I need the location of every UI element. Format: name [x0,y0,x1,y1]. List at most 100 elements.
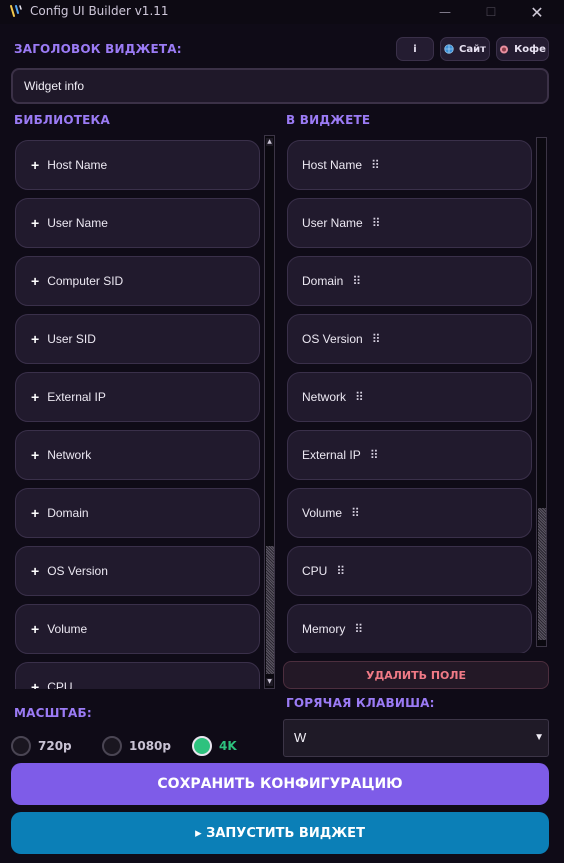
drag-handle-icon[interactable]: ⠿ [372,216,381,230]
library-item[interactable]: + Volume [15,604,260,654]
minimize-button[interactable]: — [422,0,468,24]
widget-field-label: OS Version [302,332,363,346]
scale-option-720p[interactable]: 720p [11,736,72,756]
scroll-down-icon[interactable]: ▼ [266,678,273,686]
library-item[interactable]: + Domain [15,488,260,538]
widget-field-label: Network [302,390,347,404]
widget-field-item[interactable]: User Name ⠿ [287,198,532,248]
library-item[interactable]: + CPU [15,662,260,689]
library-scroll-thumb[interactable] [266,546,274,674]
widget-field-item[interactable]: CPU ⠿ [287,546,532,596]
launch-widget-button[interactable]: ▸ ЗАПУСТИТЬ ВИДЖЕТ [11,812,549,854]
scale-label: МАСШТАБ: [14,706,92,720]
radio-button-selected[interactable] [192,736,212,756]
coffee-button-label: Кофе [514,43,546,55]
drag-handle-icon[interactable]: ⠿ [370,448,379,462]
hotkey-select[interactable]: W ▼ [283,719,549,757]
window-title: Config UI Builder v1.11 [30,4,169,18]
widget-field-label: Memory [302,622,346,636]
widget-field-label: External IP [302,448,361,462]
plus-icon: + [31,505,40,521]
widget-field-item[interactable]: Domain ⠿ [287,256,532,306]
drag-handle-icon[interactable]: ⠿ [354,622,363,636]
plus-icon: + [31,389,40,405]
library-list: + Host Name + User Name + Computer SID + Use… [11,135,279,689]
radio-label: 720p [38,739,72,753]
library-item[interactable]: + External IP [15,372,260,422]
info-button[interactable]: i [396,37,434,61]
widget-field-label: Volume [302,506,343,520]
scale-option-4k[interactable]: 4K [192,736,237,756]
plus-icon: + [31,273,40,289]
hotkey-label: ГОРЯЧАЯ КЛАВИША: [286,696,435,710]
plus-icon: + [31,447,40,463]
widget-field-item[interactable]: Volume ⠿ [287,488,532,538]
drag-handle-icon[interactable]: ⠿ [355,390,364,404]
library-item-label: External IP [47,390,106,404]
library-item-label: Host Name [47,158,108,172]
title-bar: Config UI Builder v1.11 — ☐ ✕ [0,0,564,24]
app-logo-icon [10,5,22,17]
drag-handle-icon[interactable]: ⠿ [372,332,381,346]
maximize-button[interactable]: ☐ [468,0,514,24]
plus-icon: + [31,679,40,689]
drag-handle-icon[interactable]: ⠿ [371,158,380,172]
scroll-up-icon[interactable]: ▲ [266,138,273,146]
in-widget-scroll-thumb[interactable] [538,508,546,640]
radio-button[interactable] [11,736,31,756]
library-item[interactable]: + Computer SID [15,256,260,306]
delete-field-button[interactable]: УДАЛИТЬ ПОЛЕ [283,661,549,689]
plus-icon: + [31,621,40,637]
widget-title-input[interactable]: Widget info [11,68,549,104]
library-item-label: CPU [47,680,73,689]
library-scrollbar[interactable]: ▲ ▼ [264,135,275,689]
widget-field-item[interactable]: External IP ⠿ [287,430,532,480]
coffee-icon [500,45,509,54]
drag-handle-icon[interactable]: ⠿ [336,564,345,578]
plus-icon: + [31,331,40,347]
radio-label: 4K [219,739,237,753]
globe-icon [444,44,454,54]
library-item-label: User Name [47,216,108,230]
widget-field-label: CPU [302,564,328,578]
widget-field-label: User Name [302,216,363,230]
site-button[interactable]: Сайт [440,37,490,61]
radio-label: 1080p [129,739,171,753]
widget-title-label: ЗАГОЛОВОК ВИДЖЕТА: [14,42,182,56]
radio-button[interactable] [102,736,122,756]
widget-field-label: Host Name [302,158,363,172]
drag-handle-icon[interactable]: ⠿ [351,506,360,520]
plus-icon: + [31,563,40,579]
widget-field-label: Domain [302,274,344,288]
coffee-button[interactable]: Кофе [496,37,549,61]
library-item[interactable]: + User Name [15,198,260,248]
plus-icon: + [31,215,40,231]
in-widget-label: В ВИДЖЕТЕ [286,113,371,127]
library-item-label: Domain [47,506,89,520]
library-item-label: Network [47,448,92,462]
library-item-label: OS Version [47,564,108,578]
info-button-label: i [413,43,417,55]
library-item[interactable]: + Host Name [15,140,260,190]
hotkey-select-value: W [294,730,307,745]
library-item[interactable]: + Network [15,430,260,480]
library-label: БИБЛИОТЕКА [14,113,111,127]
drag-handle-icon[interactable]: ⠿ [352,274,361,288]
close-button[interactable]: ✕ [514,0,560,24]
widget-field-item[interactable]: Network ⠿ [287,372,532,422]
in-widget-scrollbar[interactable] [536,137,547,647]
widget-field-item[interactable]: OS Version ⠿ [287,314,532,364]
widget-field-item[interactable]: Memory ⠿ [287,604,532,653]
site-button-label: Сайт [459,43,486,55]
library-item[interactable]: + User SID [15,314,260,364]
widget-field-item[interactable]: Host Name ⠿ [287,140,532,190]
save-config-button[interactable]: СОХРАНИТЬ КОНФИГУРАЦИЮ [11,763,549,805]
library-item-label: Volume [47,622,88,636]
library-item-label: User SID [47,332,96,346]
dropdown-arrow-icon[interactable]: ▼ [534,720,544,756]
scale-option-1080p[interactable]: 1080p [102,736,171,756]
in-widget-list: Host Name ⠿ User Name ⠿ Domain ⠿ OS Version… [283,135,549,653]
plus-icon: + [31,157,40,173]
library-item[interactable]: + OS Version [15,546,260,596]
library-item-label: Computer SID [47,274,124,288]
